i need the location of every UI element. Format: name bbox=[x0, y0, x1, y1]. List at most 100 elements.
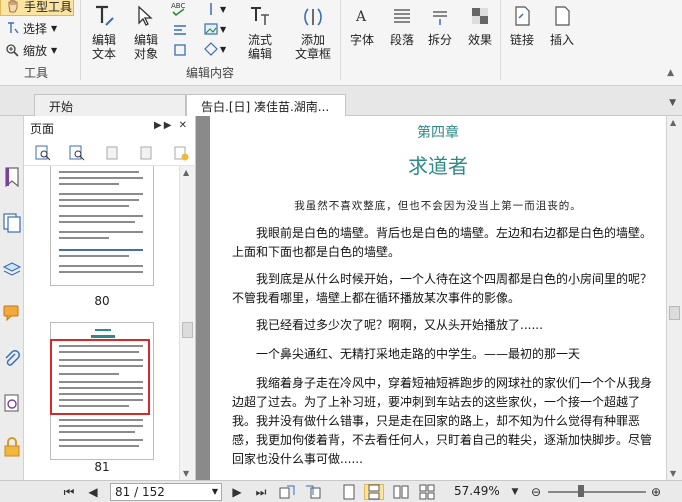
insert-page-icon[interactable] bbox=[172, 144, 190, 162]
add-textbox-label: 添加 文章框 bbox=[294, 33, 331, 61]
link-label: 链接 bbox=[509, 33, 534, 47]
chevron-down-icon: ▼ bbox=[51, 45, 58, 55]
facing-view-icon[interactable] bbox=[392, 484, 410, 500]
shape-tool-button[interactable]: ▼ bbox=[204, 40, 230, 58]
last-page-icon[interactable]: ⏭ bbox=[252, 484, 270, 500]
ribbon-divider bbox=[80, 0, 81, 80]
scroll-up-icon[interactable]: ▲ bbox=[183, 168, 189, 177]
signature-icon[interactable] bbox=[2, 392, 22, 414]
next-view-icon[interactable] bbox=[304, 484, 322, 500]
scroll-up-icon[interactable]: ▲ bbox=[670, 118, 676, 127]
abc-spellcheck-icon[interactable]: ABC bbox=[170, 0, 188, 18]
edit-text-icon bbox=[90, 2, 118, 30]
scroll-down-icon[interactable]: ▼ bbox=[670, 469, 676, 478]
panel-scrollbar[interactable]: ▲ ▼ bbox=[179, 166, 195, 480]
zoom-out-icon[interactable]: ⊖ bbox=[528, 484, 544, 500]
paragraph: 一个鼻尖通红、无精打采地走路的中学生。——最初的那一天 bbox=[256, 347, 581, 361]
ribbon: 手型工具 选择 ▼ 缩放 ▼ 工具 编辑 文本 编辑 对象 ABC ▼ ▼ ▼ … bbox=[0, 0, 682, 86]
text-align-icon[interactable] bbox=[172, 22, 188, 38]
pages-panel: 页面 ▶▶ ✕ 80 81 ▲ ▼ bbox=[24, 116, 196, 480]
ribbon-divider bbox=[340, 0, 341, 80]
zoom-tool-button[interactable]: 缩放 ▼ bbox=[0, 40, 57, 60]
previous-view-icon[interactable] bbox=[278, 484, 296, 500]
zoom-out-page-icon[interactable] bbox=[68, 144, 86, 162]
scrollbar-thumb[interactable] bbox=[669, 306, 680, 320]
page-thumbnail[interactable] bbox=[50, 322, 154, 460]
status-bar: ⏮ ◀ 81 / 152 ▼ ▶ ⏭ 57.49% ▼ ⊖ ⊕ bbox=[0, 480, 682, 502]
paragraph-label: 段落 bbox=[389, 33, 414, 47]
insert-button[interactable]: 插入 bbox=[542, 0, 582, 47]
tab-label: 开始 bbox=[49, 100, 74, 114]
edit-object-button[interactable]: 编辑 对象 bbox=[126, 0, 166, 61]
page-thumbnail[interactable] bbox=[50, 166, 154, 286]
svg-text:A: A bbox=[355, 9, 367, 25]
scroll-down-icon[interactable]: ▼ bbox=[183, 469, 189, 478]
document-scrollbar[interactable]: ▲ ▼ bbox=[666, 116, 682, 480]
font-button[interactable]: A 字体 bbox=[342, 0, 382, 47]
page-number-field[interactable]: 81 / 152 ▼ bbox=[110, 483, 222, 501]
effect-button[interactable]: 效果 bbox=[460, 0, 500, 47]
layers-icon[interactable] bbox=[2, 258, 22, 280]
tab-label: 告白.[日] 凑佳苗.湖南... bbox=[201, 100, 330, 114]
previous-page-icon[interactable]: ◀ bbox=[84, 484, 102, 500]
collapse-ribbon-icon[interactable]: ▲ bbox=[667, 68, 674, 78]
hand-icon bbox=[5, 0, 21, 14]
next-page-icon[interactable]: ▶ bbox=[228, 484, 246, 500]
chevron-down-icon[interactable]: ▼ bbox=[508, 484, 522, 500]
effect-label: 效果 bbox=[467, 33, 492, 47]
collapse-panel-icon[interactable]: ▶▶ bbox=[154, 120, 173, 131]
edit-object-icon bbox=[132, 2, 160, 30]
link-shape-icon[interactable] bbox=[172, 42, 188, 58]
image-tool-button[interactable]: ▼ bbox=[204, 20, 230, 38]
lock-icon[interactable] bbox=[2, 436, 22, 458]
select-tool-button[interactable]: 选择 ▼ bbox=[0, 18, 57, 38]
single-page-view-icon[interactable] bbox=[340, 484, 358, 500]
scrollbar-thumb[interactable] bbox=[182, 322, 193, 338]
zoom-slider[interactable] bbox=[548, 491, 646, 493]
text-cursor-icon bbox=[4, 20, 20, 36]
extract-page-icon[interactable] bbox=[138, 144, 156, 162]
add-textbox-button[interactable]: 添加 文章框 bbox=[290, 0, 336, 61]
dropdown-tool-1[interactable]: ▼ bbox=[204, 0, 230, 18]
paragraph: 我到底是从什么时候开始，一个人待在这个四周都是白色的小房间里的呢？不管我看哪里，… bbox=[232, 272, 653, 305]
epigraph: 我虽然不喜欢整底，但也不会因为没当上第一而沮丧的。 bbox=[294, 200, 582, 212]
paragraph-icon bbox=[388, 2, 416, 30]
zoom-icon bbox=[4, 42, 20, 58]
panel-title: 页面 bbox=[30, 122, 55, 136]
document-view: 第四章 求道者 我虽然不喜欢整底，但也不会因为没当上第一而沮丧的。 我眼前是白色… bbox=[196, 116, 682, 480]
zoom-in-icon[interactable]: ⊕ bbox=[648, 484, 664, 500]
select-tool-label: 选择 bbox=[23, 21, 48, 36]
link-icon bbox=[508, 2, 536, 30]
continuous-facing-view-icon[interactable] bbox=[418, 484, 436, 500]
tab-list-icon[interactable]: ▼ bbox=[669, 98, 676, 108]
close-icon[interactable]: ✕ bbox=[179, 120, 189, 131]
link-button[interactable]: 链接 bbox=[502, 0, 542, 47]
chapter-number: 第四章 bbox=[417, 125, 459, 141]
edit-text-button[interactable]: 编辑 文本 bbox=[84, 0, 124, 61]
attachment-icon[interactable] bbox=[2, 348, 22, 370]
split-button[interactable]: 拆分 bbox=[420, 0, 460, 47]
paragraph-button[interactable]: 段落 bbox=[382, 0, 422, 47]
zoom-slider-handle[interactable] bbox=[578, 485, 584, 497]
flow-edit-button[interactable]: 流式 编辑 bbox=[240, 0, 280, 61]
first-page-icon[interactable]: ⏮ bbox=[60, 484, 78, 500]
chevron-down-icon: ▼ bbox=[220, 4, 227, 14]
thumbnail-list: 80 81 bbox=[24, 166, 180, 480]
tab-start[interactable]: 开始 bbox=[34, 94, 186, 116]
chevron-down-icon: ▼ bbox=[51, 23, 58, 33]
bookmark-icon[interactable] bbox=[2, 166, 22, 188]
thumbnail-page-number: 80 bbox=[94, 294, 110, 308]
rotate-page-icon[interactable] bbox=[104, 144, 122, 162]
panel-toolbar bbox=[24, 140, 196, 166]
tab-document[interactable]: 告白.[日] 凑佳苗.湖南... bbox=[186, 94, 346, 116]
page-number-value: 81 / 152 bbox=[115, 485, 165, 499]
document-page: 第四章 求道者 我虽然不喜欢整底，但也不会因为没当上第一而沮丧的。 我眼前是白色… bbox=[210, 116, 666, 480]
hand-tool-button[interactable]: 手型工具 bbox=[0, 0, 74, 16]
continuous-view-icon[interactable] bbox=[364, 484, 384, 500]
pages-icon[interactable] bbox=[2, 212, 22, 234]
split-label: 拆分 bbox=[427, 33, 452, 47]
chevron-down-icon[interactable]: ▼ bbox=[212, 484, 218, 500]
zoom-in-page-icon[interactable] bbox=[34, 144, 52, 162]
comments-icon[interactable] bbox=[2, 302, 22, 324]
tools-group-label: 工具 bbox=[23, 66, 48, 80]
